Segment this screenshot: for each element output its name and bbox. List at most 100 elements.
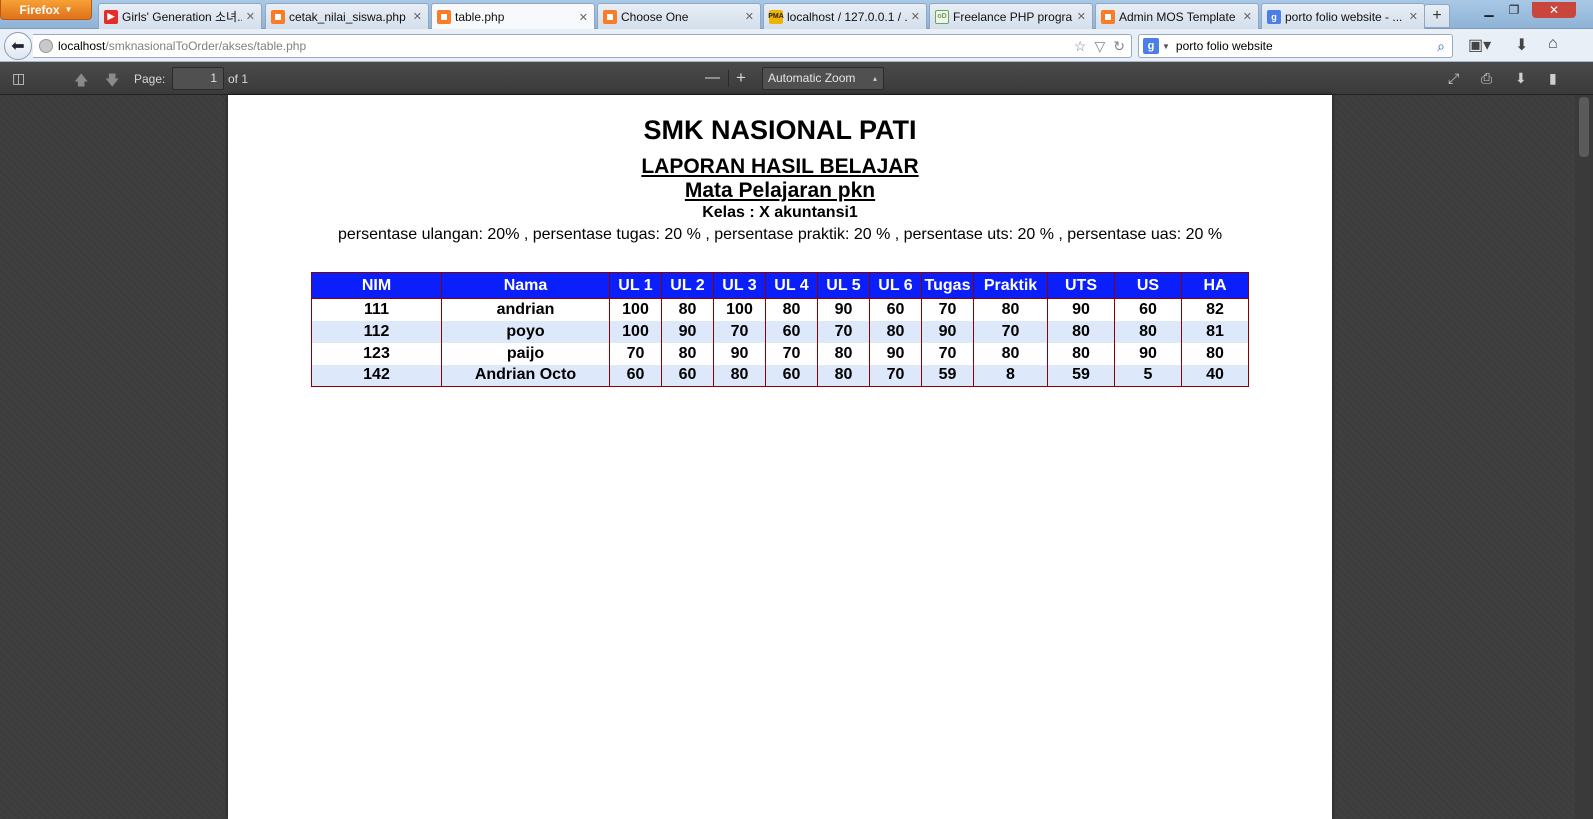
tab-admin-mos[interactable]: Admin MOS Template ✕ [1095,3,1259,29]
back-arrow-icon[interactable]: ⬅ [4,32,32,60]
class-line: Kelas : X akuntansi1 [702,204,858,221]
table-cell: 60 [1114,298,1182,321]
google-icon[interactable]: g [1143,38,1159,54]
navigation-bar: ⬅ localhost/smknasionalToOrder/akses/tab… [0,29,1593,62]
tab-title: Choose One [621,9,689,24]
firefox-menu-button[interactable]: Firefox ▼ [0,0,92,20]
close-icon[interactable]: ✕ [1409,10,1418,23]
reload-icon[interactable]: ↻ [1113,38,1125,55]
presentation-mode-icon[interactable]: ⤢ [1448,70,1459,87]
table-cell: 80 [1181,342,1249,365]
table-cell: 80 [1047,342,1115,365]
table-cell: 70 [921,298,974,321]
search-icon[interactable]: ⌕ [1430,38,1452,55]
table-cell: 70 [973,320,1048,343]
zoom-out-button[interactable]: — [705,69,720,86]
scrollbar-thumb[interactable] [1579,97,1589,157]
document-subtitle: LAPORAN HASIL BELAJAR [641,155,919,178]
xampp-icon [1101,9,1115,24]
bookmark-icon[interactable]: ▮ [1549,70,1557,87]
column-header: UL 2 [661,272,714,299]
column-header: US [1114,272,1182,299]
table-cell: 80 [817,364,870,387]
column-header: Tugas [921,272,974,299]
bookmarks-icon[interactable]: ▣▾ [1468,35,1491,55]
table-cell: 90 [1114,342,1182,365]
download-icon[interactable]: ⬇ [1515,70,1527,87]
new-tab-button[interactable]: + [1424,4,1450,28]
tab-cetak-nilai[interactable]: cetak_nilai_siswa.php ✕ [265,3,429,29]
table-row: 123 paijo 70 80 90 70 80 90 70 80 80 90 80 [311,342,1249,365]
minimize-icon[interactable]: ▁ [1478,2,1500,18]
table-cell: paijo [441,342,610,365]
print-icon[interactable]: ⎙ [1481,70,1492,87]
tab-porto-folio[interactable]: g porto folio website - ... ✕ [1261,3,1425,29]
xampp-icon [603,9,617,24]
table-cell: 70 [713,320,766,343]
table-cell: 80 [973,342,1048,365]
tab-phpmyadmin[interactable]: PMA localhost / 127.0.0.1 / ... ✕ [763,3,927,29]
column-header: HA [1181,272,1249,299]
tab-girls-generation[interactable]: ▶ Girls' Generation 소녀... ✕ [98,3,262,29]
grades-table: NIM Nama UL 1 UL 2 UL 3 UL 4 UL 5 UL 6 T… [311,272,1249,387]
bookmark-star-icon[interactable]: ☆ [1074,38,1087,55]
document-title: SMK NASIONAL PATI [643,115,917,145]
close-icon[interactable]: ✕ [1077,10,1086,23]
table-cell: 80 [1047,320,1115,343]
previous-page-icon[interactable]: 🡅 [74,70,88,94]
column-header: UL 3 [713,272,766,299]
table-cell: 70 [921,342,974,365]
table-cell: 80 [765,298,818,321]
scrollbar[interactable] [1575,95,1593,819]
table-cell: 142 [311,364,442,387]
tab-table-php[interactable]: table.php ✕ [431,3,595,30]
percentage-line: persentase ulangan: 20% , persentase tug… [337,226,1223,243]
table-cell: 59 [921,364,974,387]
close-icon[interactable]: ✕ [413,10,422,23]
table-cell: 82 [1181,298,1249,321]
xampp-icon [271,9,285,24]
youtube-icon: ▶ [104,9,118,24]
pdf-page: SMK NASIONAL PATI LAPORAN HASIL BELAJAR … [228,95,1332,819]
table-cell: 70 [817,320,870,343]
history-dropdown-icon[interactable]: ▽ [1094,38,1105,55]
url-path: /smknasionalToOrder/akses/table.php [105,39,307,53]
search-bar[interactable]: g ▼ porto folio website ⌕ [1138,34,1453,58]
table-cell: 90 [713,342,766,365]
page-number-input[interactable]: 1 [172,67,224,90]
table-cell: 60 [869,298,922,321]
restore-icon[interactable]: ❐ [1503,2,1525,18]
zoom-divider [728,70,729,87]
close-icon[interactable]: ✕ [745,10,754,23]
tab-choose-one[interactable]: Choose One ✕ [597,3,761,29]
url-bar[interactable]: localhost/smknasionalToOrder/akses/table… [33,34,1132,58]
table-row: 112 poyo 100 90 70 60 70 80 90 70 80 80 81 [311,320,1249,343]
home-icon[interactable]: ⌂ [1548,35,1558,53]
table-cell: Andrian Octo [441,364,610,387]
url-host: localhost [58,39,106,53]
table-cell: 90 [661,320,714,343]
download-icon[interactable]: ⬇ [1515,35,1528,55]
sidebar-toggle-icon[interactable]: ◫ [12,70,25,87]
zoom-select[interactable]: Automatic Zoom ▴▾ [762,67,884,104]
chevron-down-icon: ▼ [64,5,73,14]
close-icon[interactable]: ✕ [911,10,920,23]
tab-freelance-php[interactable]: oD Freelance PHP progra... ✕ [929,3,1093,29]
zoom-in-button[interactable]: + [736,68,746,88]
chevron-down-icon[interactable]: ▼ [1162,42,1170,51]
odesk-icon: oD [935,9,949,24]
search-input[interactable]: porto folio website [1176,39,1430,53]
table-cell: 81 [1181,320,1249,343]
close-icon[interactable]: ✕ [246,10,255,23]
close-icon[interactable]: ✕ [579,11,588,24]
column-header: Nama [441,272,610,299]
next-page-icon[interactable]: 🡇 [105,70,119,94]
pdf-viewer[interactable]: SMK NASIONAL PATI LAPORAN HASIL BELAJAR … [0,95,1593,819]
table-cell: poyo [441,320,610,343]
google-icon: g [1267,9,1281,24]
phpmyadmin-icon: PMA [768,9,784,24]
xampp-icon [437,10,451,24]
close-icon[interactable]: ✕ [1243,10,1252,23]
table-cell: 5 [1114,364,1182,387]
close-window-icon[interactable]: ✕ [1532,2,1576,18]
